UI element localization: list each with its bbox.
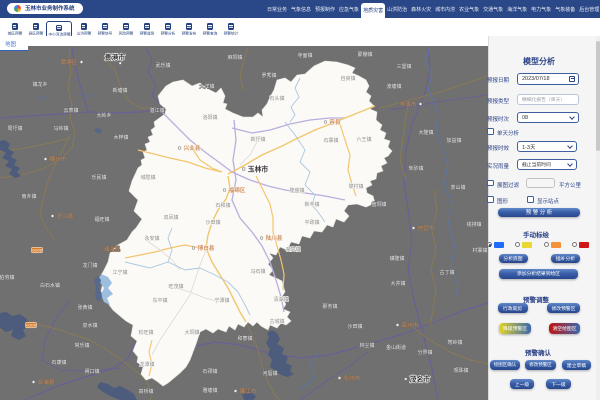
svg-text:双凤镇: 双凤镇 (163, 214, 178, 221)
svg-text:新丰镇: 新丰镇 (304, 201, 319, 208)
svg-text:龙门镇: 龙门镇 (82, 262, 97, 269)
svg-text:玉林市: 玉林市 (248, 165, 269, 174)
svg-text:洛阳镇: 洛阳镇 (202, 114, 217, 121)
svg-text:茶山镇: 茶山镇 (450, 184, 465, 191)
svg-text:容县: 容县 (329, 118, 341, 126)
svg-text:化州市: 化州市 (344, 374, 361, 382)
svg-text:高州市: 高州市 (402, 321, 419, 329)
svg-text:自良镇: 自良镇 (340, 75, 355, 82)
svg-text:覃塘区: 覃塘区 (61, 58, 78, 66)
svg-text:张黄镇: 张黄镇 (77, 304, 92, 311)
svg-text:浦北县: 浦北县 (104, 245, 121, 253)
svg-text:沙田镇: 沙田镇 (347, 323, 362, 330)
svg-text:茂名市: 茂名市 (409, 375, 431, 384)
svg-text:松旺镇: 松旺镇 (138, 329, 153, 336)
svg-text:福旺镇: 福旺镇 (94, 216, 109, 223)
svg-text:东平镇: 东平镇 (152, 297, 167, 304)
svg-text:大洋镇: 大洋镇 (199, 83, 214, 90)
svg-text:波塘镇: 波塘镇 (386, 83, 401, 90)
svg-text:乐民镇: 乐民镇 (91, 174, 106, 181)
svg-text:蒙棚镇: 蒙棚镇 (357, 51, 372, 58)
svg-text:石康镇: 石康镇 (51, 359, 66, 366)
svg-text:廉江市: 廉江市 (240, 387, 257, 395)
svg-text:分界镇: 分界镇 (417, 349, 432, 356)
svg-text:石窝镇: 石窝镇 (285, 246, 300, 253)
svg-text:大井镇: 大井镇 (390, 280, 405, 287)
svg-text:高桥镇: 高桥镇 (138, 388, 153, 395)
svg-text:林尘镇: 林尘镇 (359, 342, 374, 349)
svg-text:灵山县: 灵山县 (57, 212, 74, 220)
svg-text:木梓镇: 木梓镇 (113, 134, 128, 141)
svg-text:合浦县: 合浦县 (38, 378, 55, 386)
svg-text:闸口镇: 闸口镇 (84, 368, 99, 375)
svg-text:加益镇: 加益镇 (446, 137, 461, 144)
svg-text:旺茂镇: 旺茂镇 (168, 283, 183, 290)
svg-text:伯劳镇: 伯劳镇 (0, 274, 15, 281)
svg-text:观珠镇: 观珠镇 (453, 367, 468, 374)
svg-text:大岭乡: 大岭乡 (96, 112, 111, 119)
svg-text:横州市: 横州市 (50, 155, 67, 163)
svg-text:三堡镇: 三堡镇 (396, 63, 411, 70)
svg-text:石寨镇: 石寨镇 (323, 137, 338, 144)
svg-text:陆川县: 陆川县 (266, 234, 283, 242)
svg-text:信宜市: 信宜市 (418, 224, 435, 232)
svg-text:龙潭镇: 龙潭镇 (139, 361, 154, 368)
svg-text:大隆镇: 大隆镇 (418, 129, 433, 136)
svg-text:村寨镇: 村寨镇 (472, 247, 487, 254)
svg-text:盘垌镇: 盘垌镇 (371, 201, 386, 208)
svg-text:马岭镇: 马岭镇 (53, 125, 68, 132)
svg-text:江宁镇: 江宁镇 (112, 269, 127, 276)
svg-text:朱砂镇: 朱砂镇 (408, 165, 423, 172)
svg-text:湛江镇: 湛江镇 (149, 107, 164, 114)
svg-text:镇隆镇: 镇隆镇 (389, 255, 404, 262)
svg-text:兴业县: 兴业县 (184, 144, 201, 152)
svg-text:南乡镇: 南乡镇 (21, 193, 36, 200)
svg-text:白石水镇: 白石水镇 (40, 282, 60, 289)
svg-text:和寮镇: 和寮镇 (237, 335, 252, 342)
svg-text:大垌镇: 大垌镇 (184, 329, 199, 336)
svg-text:武乐镇: 武乐镇 (155, 62, 170, 69)
svg-text:石和镇: 石和镇 (215, 202, 230, 209)
svg-text:新塘镇: 新塘镇 (112, 87, 127, 94)
svg-text:石头镇: 石头镇 (269, 95, 284, 102)
svg-text:周圩镇: 周圩镇 (7, 125, 22, 132)
svg-text:寺面镇: 寺面镇 (297, 52, 312, 59)
svg-text:古丁镇: 古丁镇 (439, 269, 454, 276)
svg-text:雅塘镇: 雅塘镇 (202, 387, 217, 394)
svg-text:清湖镇: 清湖镇 (273, 296, 288, 303)
svg-text:古城镇: 古城镇 (269, 318, 284, 325)
svg-text:罗秀镇: 罗秀镇 (261, 72, 276, 79)
svg-text:新圩镇: 新圩镇 (250, 136, 265, 143)
svg-text:G209: G209 (26, 323, 37, 328)
svg-text:六王镇: 六王镇 (356, 136, 371, 143)
svg-text:城隍镇: 城隍镇 (140, 174, 155, 181)
svg-text:岑溪市: 岑溪市 (400, 100, 417, 108)
svg-text:隆盛镇: 隆盛镇 (289, 187, 304, 194)
svg-text:麻垌镇: 麻垌镇 (227, 54, 242, 61)
svg-text:乌石镇: 乌石镇 (250, 268, 265, 275)
svg-text:那务镇: 那务镇 (322, 303, 337, 310)
svg-text:黎村镇: 黎村镇 (348, 183, 363, 190)
svg-text:河唇镇: 河唇镇 (262, 370, 277, 377)
svg-text:G209: G209 (32, 248, 43, 253)
svg-text:常乐镇: 常乐镇 (74, 342, 89, 349)
svg-text:泉水镇: 泉水镇 (82, 322, 97, 329)
svg-text:宁潭镇: 宁潭镇 (214, 297, 229, 304)
svg-text:云表镇: 云表镇 (63, 107, 78, 114)
svg-text:金山街道: 金山街道 (386, 344, 406, 351)
svg-text:笏岭镇: 笏岭镇 (447, 339, 462, 346)
svg-text:永安镇: 永安镇 (144, 235, 159, 242)
svg-text:钱排镇: 钱排镇 (466, 221, 481, 228)
svg-text:博白县: 博白县 (198, 244, 215, 252)
svg-text:平政镇: 平政镇 (304, 219, 319, 226)
svg-text:贵港市: 贵港市 (105, 53, 126, 62)
svg-text:石颈镇: 石颈镇 (202, 368, 217, 375)
svg-text:镇龙乡: 镇龙乡 (32, 81, 47, 88)
svg-text:沙田镇: 沙田镇 (205, 219, 220, 226)
svg-text:福绵区: 福绵区 (229, 186, 246, 194)
